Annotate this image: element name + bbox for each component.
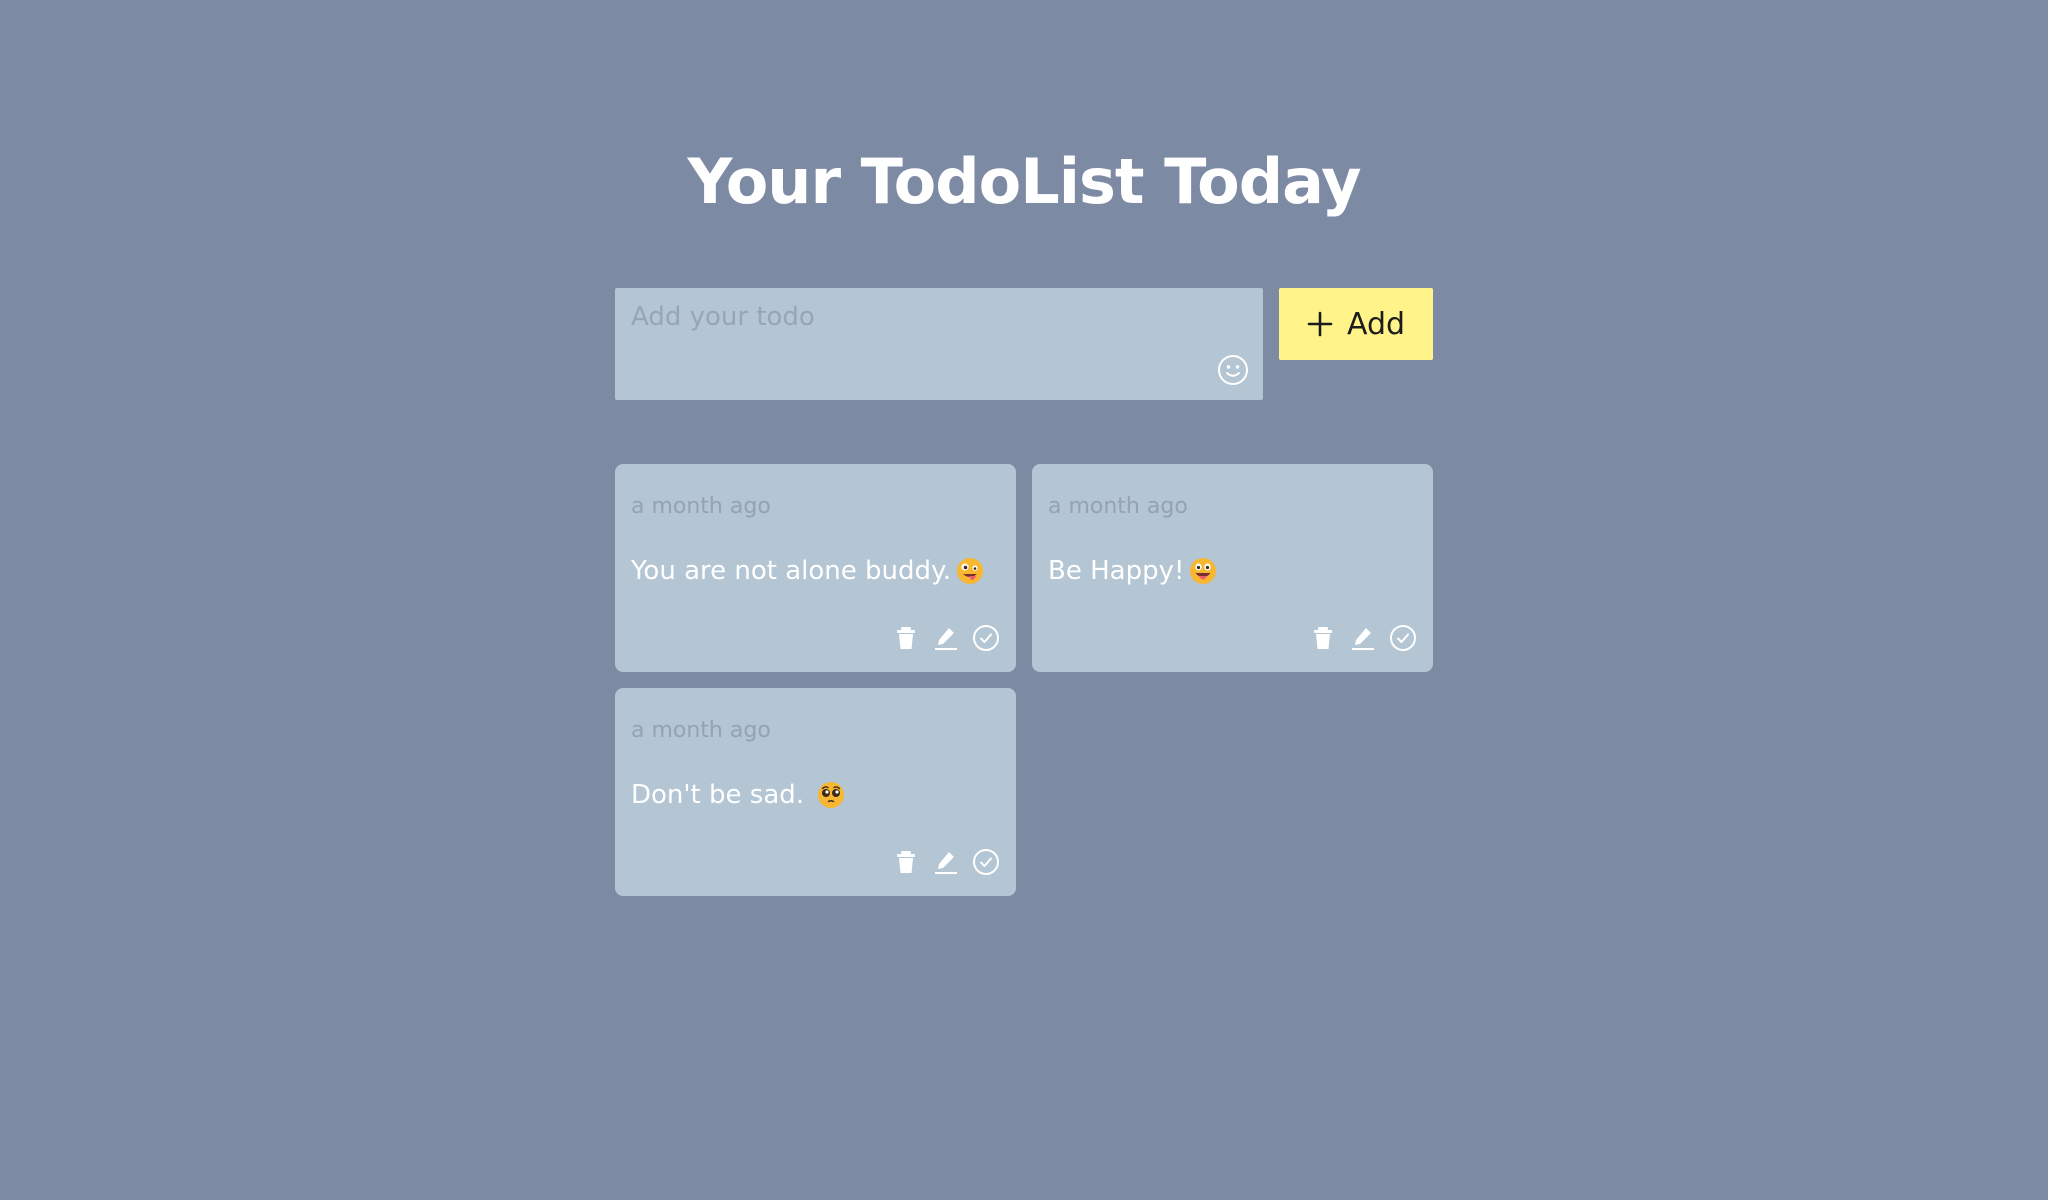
todo-card: a month ago You are not alone buddy.	[615, 464, 1016, 672]
todo-actions	[892, 624, 1000, 652]
add-button-label: Add	[1346, 306, 1406, 342]
trash-icon[interactable]	[892, 624, 920, 652]
todo-text: Don't be sad.	[631, 780, 805, 810]
todo-timestamp: a month ago	[1048, 494, 1188, 519]
todo-text: You are not alone buddy.	[631, 556, 951, 586]
todo-timestamp: a month ago	[631, 718, 771, 743]
check-circle-icon[interactable]	[972, 624, 1000, 652]
todo-text-row: Be Happy!	[1048, 556, 1218, 586]
todo-input[interactable]	[615, 288, 1263, 400]
todo-actions	[1309, 624, 1417, 652]
trash-icon[interactable]	[1309, 624, 1337, 652]
todo-card: a month ago Don't be sad.	[615, 688, 1016, 896]
pencil-icon[interactable]	[932, 624, 960, 652]
page-title: Your TodoList Today	[687, 145, 1362, 218]
pencil-icon[interactable]	[932, 848, 960, 876]
todo-text-row: You are not alone buddy.	[631, 556, 985, 586]
todo-timestamp: a month ago	[631, 494, 771, 519]
todo-card: a month ago Be Happy!	[1032, 464, 1433, 672]
check-circle-icon[interactable]	[1389, 624, 1417, 652]
todo-text-row: Don't be sad.	[631, 780, 846, 810]
plus-icon	[1307, 311, 1333, 337]
pencil-icon[interactable]	[1349, 624, 1377, 652]
grinning-tongue-face-icon	[1190, 558, 1217, 584]
smiley-icon[interactable]	[1217, 354, 1249, 386]
todo-text: Be Happy!	[1048, 556, 1185, 586]
todo-input-container	[615, 288, 1263, 400]
pleading-face-icon	[818, 782, 845, 808]
zany-face-icon	[956, 558, 983, 584]
check-circle-icon[interactable]	[972, 848, 1000, 876]
add-button[interactable]: Add	[1279, 288, 1433, 360]
todo-actions	[892, 848, 1000, 876]
trash-icon[interactable]	[892, 848, 920, 876]
